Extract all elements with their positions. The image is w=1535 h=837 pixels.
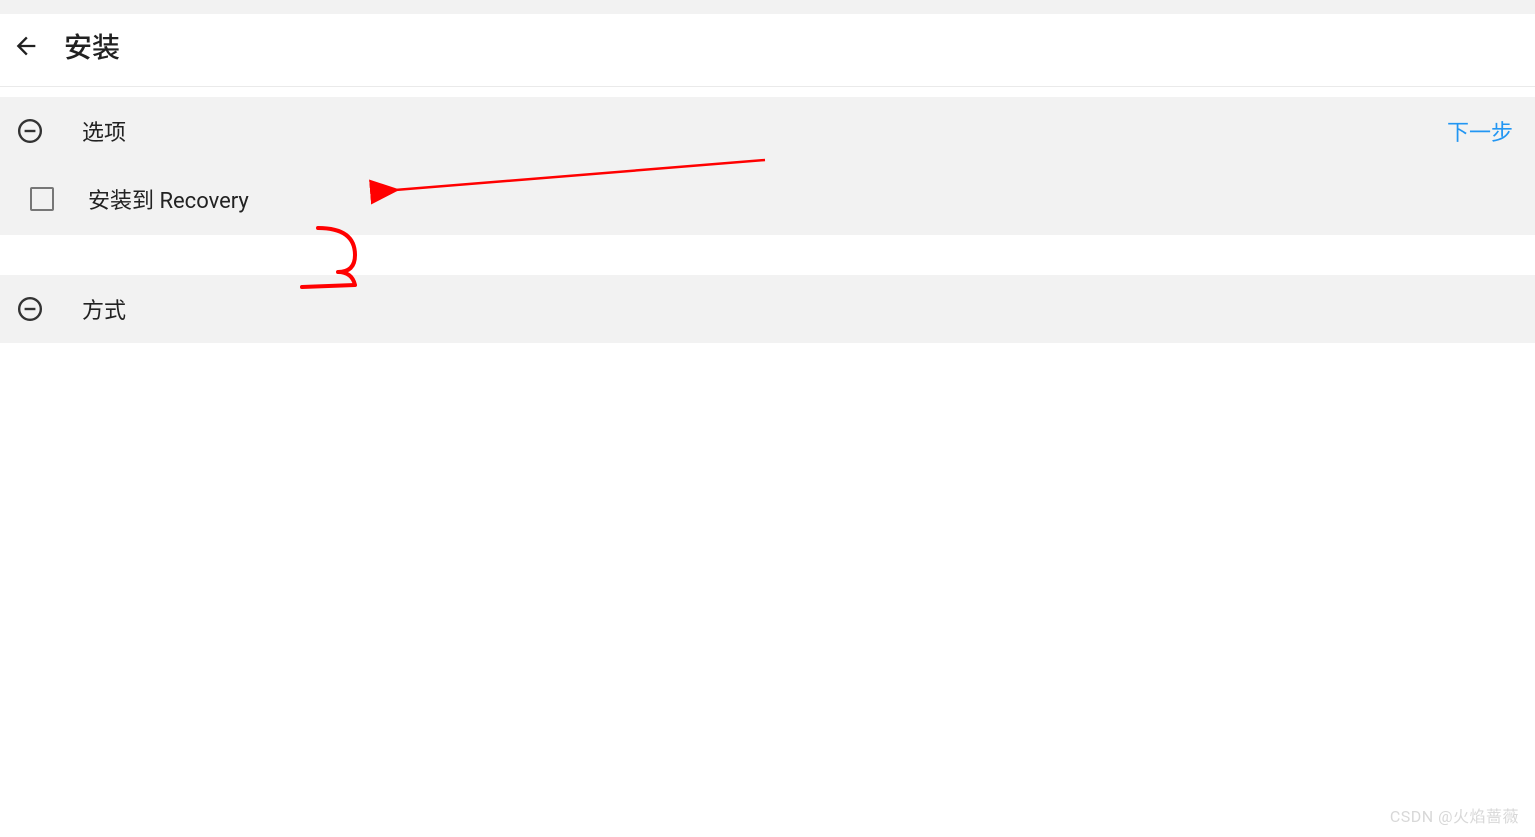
collapse-icon [16, 117, 44, 145]
header: 安装 [0, 14, 1535, 87]
section-mode: 方式 [0, 275, 1535, 343]
section-mode-title: 方式 [82, 293, 126, 325]
install-recovery-label: 安装到 Recovery [88, 183, 249, 215]
section-options: 选项 下一步 安装到 Recovery [0, 97, 1535, 235]
collapse-icon [16, 295, 44, 323]
section-mode-header[interactable]: 方式 [0, 275, 1535, 343]
section-options-header[interactable]: 选项 下一步 [0, 97, 1535, 165]
section-options-title: 选项 [82, 115, 126, 147]
install-recovery-row[interactable]: 安装到 Recovery [0, 165, 1535, 235]
page-title: 安装 [64, 26, 120, 66]
section-spacer [0, 235, 1535, 265]
install-recovery-checkbox[interactable] [30, 187, 54, 211]
back-arrow-icon [12, 32, 40, 60]
watermark: CSDN @火焰蔷薇 [1390, 803, 1519, 827]
next-button[interactable]: 下一步 [1447, 115, 1513, 147]
status-bar [0, 0, 1535, 14]
back-button[interactable] [10, 30, 42, 62]
